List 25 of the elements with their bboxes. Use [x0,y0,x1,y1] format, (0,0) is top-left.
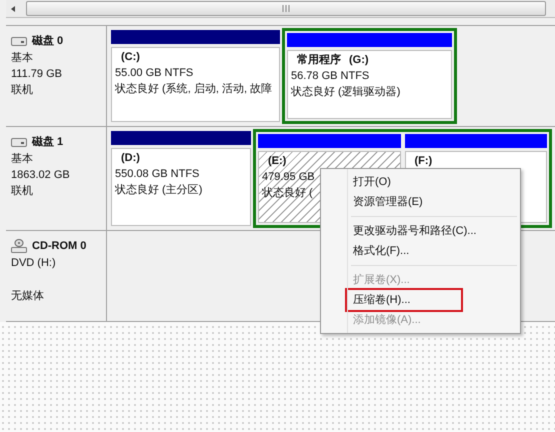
volume-size: 550.08 GB NTFS [115,167,200,182]
drive-letter: (C:) [121,50,140,65]
volume-size: 479.95 GB [262,170,315,185]
disk-type: DVD (H:) [11,256,57,270]
drive-letter: (G:) [349,53,369,68]
drive-letter: (F:) [414,154,432,169]
volume-status: 状态良好 (主分区) [115,182,202,198]
volume-name: 常用程序 [297,53,341,68]
disk-type: 基本 [11,50,34,66]
disk-size: 1863.02 GB [11,168,71,182]
volume-size: 56.78 GB NTFS [291,69,370,84]
disk-status: 联机 [11,82,34,98]
disk-name: 磁盘 0 [32,34,64,49]
disk-name: CD-ROM 0 [32,239,86,254]
volume-status: 状态良好 (系统, 启动, 活动, 故障 [115,82,272,97]
drive-letter: (E:) [268,154,286,169]
volume-status: 状态良好 (逻辑驱动器) [291,84,400,100]
volume-size: 55.00 GB NTFS [115,66,194,81]
disk-size: 111.79 GB [11,66,63,82]
disk-name: 磁盘 1 [32,135,64,150]
disk-status: 联机 [11,184,34,198]
disk-type: 基本 [11,152,34,166]
drive-letter: (D:) [121,151,140,166]
volume-status: 状态良好 ( [262,186,313,201]
disk-status: 无媒体 [11,288,45,304]
